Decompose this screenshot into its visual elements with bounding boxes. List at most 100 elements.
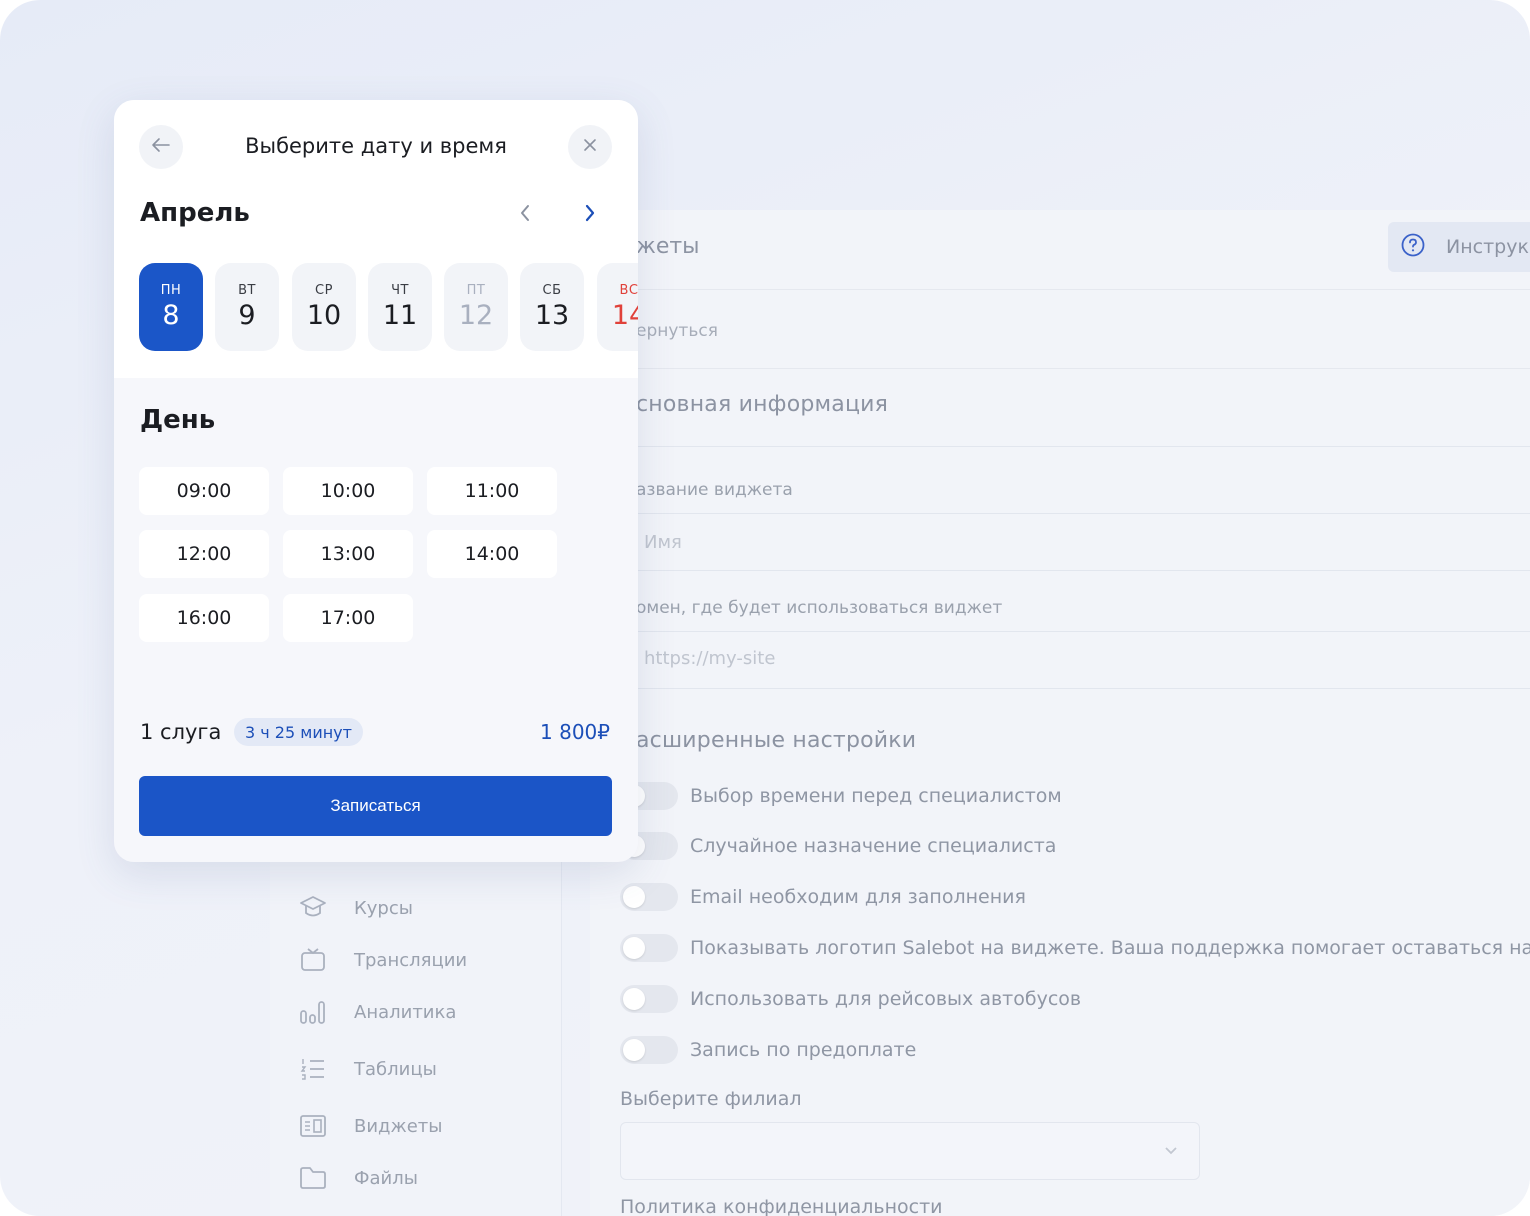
day-date: 13 (534, 300, 570, 331)
divider (590, 446, 1530, 447)
divider (590, 688, 1530, 689)
sidebar-item-courses[interactable]: Курсы (298, 888, 538, 928)
advanced-settings-title: асширенные настройки (636, 728, 917, 753)
sidebar-item-label: Файлы (354, 1167, 418, 1189)
page-title: жеты (636, 234, 700, 259)
day-name: ВТ (238, 283, 256, 298)
time-slot[interactable]: 09:00 (139, 467, 269, 515)
back-link[interactable]: ернуться (590, 291, 1530, 369)
day-tue[interactable]: ВТ 9 (215, 263, 279, 351)
day-date: 8 (162, 300, 180, 331)
privacy-label: Политика конфиденциальности (620, 1196, 943, 1216)
toggle-switch[interactable] (620, 934, 678, 962)
chevron-right-icon (583, 203, 597, 227)
branch-select[interactable] (620, 1122, 1200, 1180)
time-slot[interactable]: 16:00 (139, 594, 269, 642)
month-label: Апрель (140, 198, 250, 228)
prev-month-button[interactable] (510, 200, 540, 230)
sidebar-item-label: Аналитика (354, 1001, 457, 1023)
time-slot[interactable]: 17:00 (283, 594, 413, 642)
domain-input[interactable]: https://my-site (590, 632, 1530, 688)
toggle-label: Email необходим для заполнения (690, 886, 1026, 908)
toggle-switch[interactable] (620, 883, 678, 911)
domain-placeholder: https://my-site (644, 648, 776, 669)
day-date: 12 (458, 300, 494, 331)
modal-top: Выберите дату и время Апрель ПН 8 ВТ 9 С… (114, 100, 638, 378)
day-wed[interactable]: СР 10 (292, 263, 356, 351)
price: 1 800₽ (540, 720, 610, 744)
close-icon (582, 137, 598, 157)
basic-info-title: сновная информация (636, 392, 889, 417)
sidebar-item-label: Трансляции (354, 949, 468, 971)
toggle-label: Выбор времени перед специалистом (690, 785, 1062, 807)
instructions-button[interactable]: Инструкц (1388, 222, 1530, 272)
domain-label: омен, где будет использоваться виджет (636, 598, 1003, 618)
chevron-down-icon (1163, 1141, 1179, 1160)
day-name: ПН (160, 283, 182, 298)
day-sat[interactable]: СБ 13 (520, 263, 584, 351)
day-name: ЧТ (391, 283, 409, 298)
time-slot[interactable]: 14:00 (427, 530, 557, 578)
widget-name-placeholder: Имя (644, 532, 682, 553)
branch-label: Выберите филиал (620, 1088, 802, 1110)
widget-icon (298, 1111, 328, 1141)
book-button[interactable]: Записаться (139, 776, 612, 836)
next-month-button[interactable] (575, 200, 605, 230)
booking-modal: Выберите дату и время Апрель ПН 8 ВТ 9 С… (114, 100, 638, 862)
toggle-label: Случайное назначение специалиста (690, 835, 1057, 857)
folder-icon (298, 1163, 328, 1193)
toggle-random-specialist[interactable]: Случайное назначение специалиста (620, 829, 1530, 863)
day-date: 11 (382, 300, 418, 331)
toggle-label: Использовать для рейсовых автобусов (690, 988, 1082, 1010)
day-mon[interactable]: ПН 8 (139, 263, 203, 351)
stage: Курсы Трансляции Аналитика Таблицы Видже (0, 0, 1530, 1216)
time-slot[interactable]: 11:00 (427, 467, 557, 515)
toggle-switch[interactable] (620, 1036, 678, 1064)
sidebar-item-label: Таблицы (354, 1058, 437, 1080)
panel-header: жеты Инструкц (590, 210, 1530, 290)
toggle-label: Показывать логотип Salebot на виджете. В… (690, 937, 1530, 959)
modal-title: Выберите дату и время (245, 134, 507, 158)
day-date: 10 (306, 300, 342, 331)
toggle-time-before-specialist[interactable]: Выбор времени перед специалистом (620, 779, 1530, 813)
sidebar-item-analytics[interactable]: Аналитика (298, 992, 538, 1032)
graduation-cap-icon (298, 893, 328, 923)
day-section-title: День (140, 405, 216, 435)
sidebar-item-label: Курсы (354, 897, 413, 919)
widget-name-input[interactable]: Имя (590, 514, 1530, 570)
service-count: 1 слуга (140, 720, 222, 744)
analytics-icon (298, 997, 328, 1027)
tv-icon (298, 945, 328, 975)
widget-settings-panel: жеты Инструкц ернуться сновная информаци… (590, 210, 1530, 1216)
toggle-label: Запись по предоплате (690, 1039, 917, 1061)
duration-badge: 3 ч 25 минут (234, 718, 363, 746)
toggle-email-required[interactable]: Email необходим для заполнения (620, 880, 1530, 914)
day-sun[interactable]: ВС 14 (597, 263, 638, 351)
time-slot[interactable]: 12:00 (139, 530, 269, 578)
sidebar-item-tables[interactable]: Таблицы (298, 1049, 538, 1089)
sidebar-item-files[interactable]: Файлы (298, 1158, 538, 1198)
instructions-label: Инструкц (1446, 236, 1530, 258)
day-date: 14 (611, 300, 638, 331)
time-slot[interactable]: 10:00 (283, 467, 413, 515)
close-button[interactable] (568, 125, 612, 169)
back-label: ернуться (636, 321, 718, 341)
day-date: 9 (238, 300, 256, 331)
day-name: СБ (542, 283, 562, 298)
toggle-show-logo[interactable]: Показывать логотип Salebot на виджете. В… (620, 931, 1530, 965)
time-slot[interactable]: 13:00 (283, 530, 413, 578)
sidebar-item-widgets[interactable]: Виджеты (298, 1106, 538, 1146)
toggle-switch[interactable] (620, 985, 678, 1013)
day-name: ПТ (466, 283, 486, 298)
toggle-bus-routes[interactable]: Использовать для рейсовых автобусов (620, 982, 1530, 1016)
sidebar-item-broadcasts[interactable]: Трансляции (298, 940, 538, 980)
day-fri[interactable]: ПТ 12 (444, 263, 508, 351)
help-icon (1400, 232, 1426, 262)
day-name: ВС (619, 283, 639, 298)
day-thu[interactable]: ЧТ 11 (368, 263, 432, 351)
sidebar-item-label: Виджеты (354, 1115, 443, 1137)
chevron-left-icon (518, 203, 532, 227)
day-name: СР (315, 283, 333, 298)
divider (590, 570, 1530, 571)
toggle-prepayment[interactable]: Запись по предоплате (620, 1033, 1530, 1067)
